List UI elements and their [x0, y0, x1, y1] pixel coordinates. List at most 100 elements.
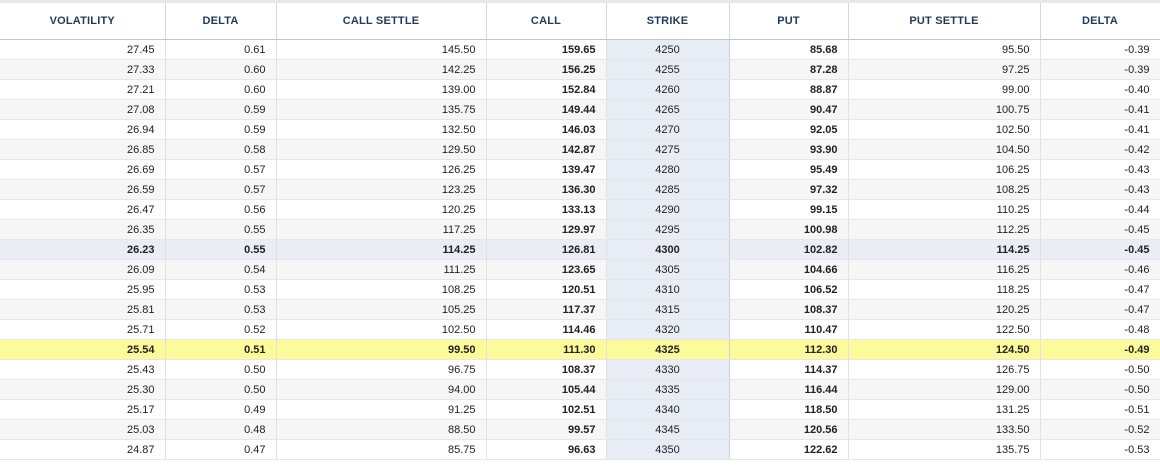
call-price-cell: 96.63 [486, 439, 607, 460]
put-delta-cell: -0.39 [1040, 59, 1160, 80]
call-settle-cell: 117.25 [276, 219, 487, 240]
put-price-cell: 88.87 [729, 79, 849, 100]
call-settle-cell: 114.25 [276, 239, 487, 260]
header-row: VOLATILITY DELTA CALL SETTLE CALL STRIKE… [0, 3, 1160, 40]
put-price-cell: 99.15 [729, 199, 849, 220]
table-row[interactable]: 25.17 0.49 91.25 102.51 4340 118.50 131.25 -0.5… [0, 399, 1160, 420]
volatility-cell: 25.81 [0, 299, 166, 320]
put-price-cell: 114.37 [729, 359, 849, 380]
call-delta-cell: 0.58 [165, 139, 277, 160]
volatility-cell: 25.43 [0, 359, 166, 380]
table-row[interactable]: 25.43 0.50 96.75 108.37 4330 114.37 126.75 -0.5… [0, 359, 1160, 380]
call-delta-cell: 0.52 [165, 319, 277, 340]
put-price-cell: 108.37 [729, 299, 849, 320]
strike-cell: 4305 [605, 259, 730, 280]
table-row[interactable]: 24.87 0.47 85.75 96.63 4350 122.62 135.75 -0.53 [0, 439, 1160, 460]
put-settle-cell: 112.25 [848, 219, 1041, 240]
put-settle-cell: 122.50 [848, 319, 1041, 340]
put-delta-cell: -0.42 [1040, 139, 1160, 160]
put-delta-cell: -0.43 [1040, 179, 1160, 200]
call-settle-cell: 142.25 [276, 59, 487, 80]
put-delta-cell: -0.50 [1040, 359, 1160, 380]
call-delta-cell: 0.60 [165, 79, 277, 100]
put-settle-cell: 104.50 [848, 139, 1041, 160]
put-delta-cell: -0.50 [1040, 379, 1160, 400]
options-chain: VOLATILITY DELTA CALL SETTLE CALL STRIKE… [0, 0, 1160, 468]
put-price-cell: 104.66 [729, 259, 849, 280]
call-settle-cell: 135.75 [276, 99, 487, 120]
table-row[interactable]: 27.08 0.59 135.75 149.44 4265 90.47 100.75 -0.4… [0, 99, 1160, 120]
strike-cell: 4265 [605, 99, 730, 120]
table-row[interactable]: 26.69 0.57 126.25 139.47 4280 95.49 106.25 -0.4… [0, 159, 1160, 180]
col-header-call[interactable]: CALL [486, 3, 607, 40]
volatility-cell: 27.21 [0, 79, 166, 100]
strike-cell: 4320 [605, 319, 730, 340]
col-header-strike[interactable]: STRIKE [606, 3, 730, 40]
call-price-cell: 149.44 [486, 99, 607, 120]
col-header-volatility[interactable]: VOLATILITY [0, 3, 166, 40]
call-settle-cell: 99.50 [276, 339, 487, 360]
put-price-cell: 118.50 [729, 399, 849, 420]
put-price-cell: 122.62 [729, 439, 849, 460]
table-row[interactable]: 26.47 0.56 120.25 133.13 4290 99.15 110.25 -0.4… [0, 199, 1160, 220]
call-price-cell: 114.46 [486, 319, 607, 340]
table-row[interactable]: 26.35 0.55 117.25 129.97 4295 100.98 112.25 -0.… [0, 219, 1160, 240]
table-row[interactable]: 26.59 0.57 123.25 136.30 4285 97.32 108.25 -0.4… [0, 179, 1160, 200]
call-delta-cell: 0.59 [165, 119, 277, 140]
call-delta-cell: 0.50 [165, 359, 277, 380]
put-settle-cell: 114.25 [848, 239, 1041, 260]
col-header-put[interactable]: PUT [729, 3, 849, 40]
put-settle-cell: 99.00 [848, 79, 1041, 100]
call-price-cell: 105.44 [486, 379, 607, 400]
table-row[interactable]: 25.95 0.53 108.25 120.51 4310 106.52 118.25 -0.… [0, 279, 1160, 300]
table-row[interactable]: 25.71 0.52 102.50 114.46 4320 110.47 122.50 -0.… [0, 319, 1160, 340]
put-price-cell: 93.90 [729, 139, 849, 160]
table-row[interactable]: 25.54 0.51 99.50 111.30 4325 112.30 124.50 -0.4… [0, 339, 1160, 360]
put-settle-cell: 120.25 [848, 299, 1041, 320]
table-row[interactable]: 26.85 0.58 129.50 142.87 4275 93.90 104.50 -0.4… [0, 139, 1160, 160]
options-table: VOLATILITY DELTA CALL SETTLE CALL STRIKE… [0, 3, 1160, 460]
put-price-cell: 100.98 [729, 219, 849, 240]
call-price-cell: 152.84 [486, 79, 607, 100]
col-header-put-settle[interactable]: PUT SETTLE [848, 3, 1041, 40]
col-header-put-delta[interactable]: DELTA [1040, 3, 1160, 40]
put-delta-cell: -0.47 [1040, 279, 1160, 300]
col-header-call-settle[interactable]: CALL SETTLE [276, 3, 487, 40]
put-delta-cell: -0.53 [1040, 439, 1160, 460]
table-row[interactable]: 27.45 0.61 145.50 159.65 4250 85.68 95.50 -0.39 [0, 39, 1160, 60]
col-header-call-delta[interactable]: DELTA [165, 3, 277, 40]
table-row[interactable]: 27.21 0.60 139.00 152.84 4260 88.87 99.00 -0.40 [0, 79, 1160, 100]
call-delta-cell: 0.51 [165, 339, 277, 360]
call-price-cell: 159.65 [486, 39, 607, 60]
put-settle-cell: 129.00 [848, 379, 1041, 400]
strike-cell: 4255 [605, 59, 730, 80]
call-settle-cell: 88.50 [276, 419, 487, 440]
table-row[interactable]: 25.03 0.48 88.50 99.57 4345 120.56 133.50 -0.52 [0, 419, 1160, 440]
put-price-cell: 110.47 [729, 319, 849, 340]
table-row[interactable]: 25.30 0.50 94.00 105.44 4335 116.44 129.00 -0.5… [0, 379, 1160, 400]
put-price-cell: 112.30 [729, 339, 849, 360]
volatility-cell: 26.23 [0, 239, 166, 260]
table-row[interactable]: 26.09 0.54 111.25 123.65 4305 104.66 116.25 -0.… [0, 259, 1160, 280]
call-delta-cell: 0.53 [165, 279, 277, 300]
strike-cell: 4300 [605, 239, 730, 260]
table-row[interactable]: 26.23 0.55 114.25 126.81 4300 102.82 114.25 -0.… [0, 239, 1160, 260]
put-settle-cell: 118.25 [848, 279, 1041, 300]
call-price-cell: 156.25 [486, 59, 607, 80]
put-price-cell: 95.49 [729, 159, 849, 180]
put-delta-cell: -0.51 [1040, 399, 1160, 420]
table-row[interactable]: 26.94 0.59 132.50 146.03 4270 92.05 102.50 -0.4… [0, 119, 1160, 140]
call-delta-cell: 0.54 [165, 259, 277, 280]
volatility-cell: 26.69 [0, 159, 166, 180]
table-row[interactable]: 27.33 0.60 142.25 156.25 4255 87.28 97.25 -0.39 [0, 59, 1160, 80]
table-row[interactable]: 25.81 0.53 105.25 117.37 4315 108.37 120.25 -0.… [0, 299, 1160, 320]
put-delta-cell: -0.45 [1040, 239, 1160, 260]
volatility-cell: 25.17 [0, 399, 166, 420]
call-price-cell: 126.81 [486, 239, 607, 260]
put-price-cell: 85.68 [729, 39, 849, 60]
strike-cell: 4325 [605, 339, 730, 360]
call-delta-cell: 0.50 [165, 379, 277, 400]
put-delta-cell: -0.41 [1040, 119, 1160, 140]
call-price-cell: 133.13 [486, 199, 607, 220]
strike-cell: 4310 [605, 279, 730, 300]
